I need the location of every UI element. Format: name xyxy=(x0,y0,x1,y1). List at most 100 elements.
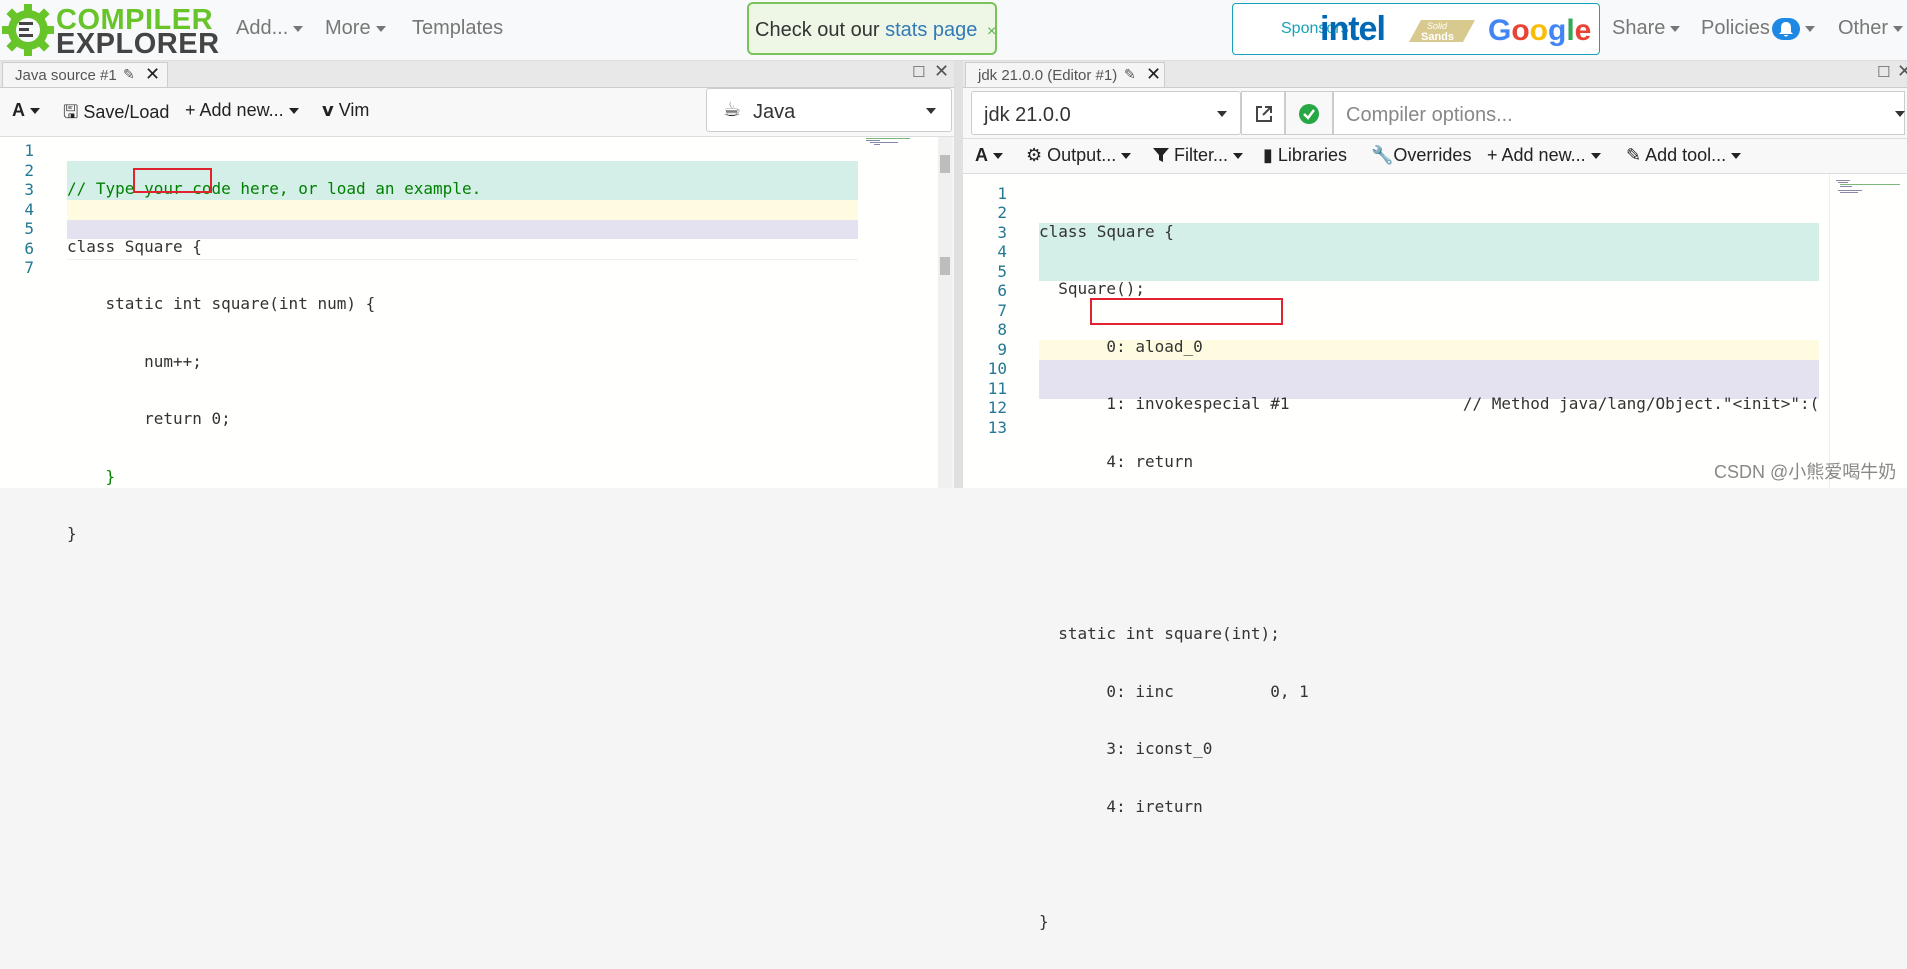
chevron-down-icon xyxy=(30,108,40,114)
asm-line: } xyxy=(1039,912,1819,932)
add-tool-button[interactable]: ✎ Add tool... xyxy=(1626,145,1741,166)
vim-toggle[interactable]: ⅴ Vim xyxy=(322,100,369,121)
font-size-button[interactable]: A xyxy=(12,100,40,121)
compiler-picker-bar: jdk 21.0.0 Compiler options... xyxy=(963,88,1907,139)
source-tab[interactable]: Java source #1 ✎ ✕ xyxy=(2,62,168,87)
add-new-label: Add new... xyxy=(200,100,284,120)
compiler-minimap[interactable] xyxy=(1829,174,1907,488)
libraries-button[interactable]: ▮ Libraries xyxy=(1263,145,1347,166)
line-number: 5 xyxy=(0,219,34,239)
external-link-icon xyxy=(1254,104,1274,124)
compiler-select[interactable]: jdk 21.0.0 xyxy=(971,91,1241,135)
filter-button[interactable]: Filter... xyxy=(1153,145,1243,166)
asm-line: 4: return xyxy=(1039,452,1819,472)
chevron-down-icon xyxy=(1217,111,1227,117)
line-number: 12 xyxy=(963,398,1007,418)
source-editor[interactable]: 1 2 3 4 5 6 7 // Type your code here, or… xyxy=(0,137,940,488)
filter-icon xyxy=(1153,147,1169,163)
scrollbar-thumb[interactable] xyxy=(940,155,950,173)
chevron-down-icon[interactable] xyxy=(1895,111,1905,117)
language-select[interactable]: ☕ Java xyxy=(706,88,952,132)
line-number: 8 xyxy=(963,320,1007,340)
line-number: 10 xyxy=(963,359,1007,379)
line-number: 6 xyxy=(963,281,1007,301)
more-menu[interactable]: More xyxy=(325,17,386,40)
solid-sands-logo: Solid Sands xyxy=(1405,14,1481,46)
stats-page-link[interactable]: stats page xyxy=(885,19,977,41)
save-load-button[interactable]: 🖫 Save/Load xyxy=(63,100,169,130)
compiler-options-input[interactable]: Compiler options... xyxy=(1333,91,1905,135)
asm-line xyxy=(1039,854,1819,874)
save-load-label: Save/Load xyxy=(83,102,169,122)
compiler-tab[interactable]: jdk 21.0.0 (Editor #1) ✎ ✕ xyxy=(965,62,1165,87)
tool-icon: ✎ xyxy=(1626,145,1641,165)
gear-icon: ⚙ xyxy=(1026,145,1042,165)
asm-line: 4: ireturn xyxy=(1039,797,1819,817)
source-tabstrip: Java source #1 ✎ ✕ ☐ ✕ xyxy=(0,61,954,88)
chevron-down-icon xyxy=(1893,26,1903,32)
source-minimap[interactable] xyxy=(866,137,916,147)
alert-close-button[interactable]: × xyxy=(987,23,996,40)
compiler-tabstrip: jdk 21.0.0 (Editor #1) ✎ ✕ ☐ ✕ xyxy=(963,61,1907,88)
compiler-line-numbers: 1 2 3 4 5 6 7 8 9 10 11 12 13 xyxy=(963,184,1007,438)
pane-splitter[interactable] xyxy=(954,61,963,488)
line-number: 4 xyxy=(963,242,1007,262)
maximize-icon[interactable]: ☐ xyxy=(912,63,925,81)
scrollbar-thumb[interactable] xyxy=(940,257,950,275)
chevron-down-icon xyxy=(1233,153,1243,159)
chevron-down-icon xyxy=(1670,26,1680,32)
font-size-button[interactable]: A xyxy=(975,145,1003,166)
line-number: 2 xyxy=(963,203,1007,223)
close-pane-icon[interactable]: ✕ xyxy=(934,61,949,82)
plus-icon: + xyxy=(1487,145,1498,165)
asm-line: 0: aload_0 xyxy=(1039,337,1819,357)
share-menu[interactable]: Share xyxy=(1612,17,1680,40)
asm-line: Square(); xyxy=(1039,279,1819,299)
check-circle-icon xyxy=(1299,104,1319,124)
floppy-icon: 🖫 xyxy=(63,102,78,122)
java-icon: ☕ xyxy=(723,97,741,122)
add-new-button[interactable]: + Add new... xyxy=(185,100,299,121)
close-tab-icon[interactable]: ✕ xyxy=(145,64,160,85)
alert-text: Check out our xyxy=(755,19,880,41)
output-button[interactable]: ⚙ Output... xyxy=(1026,145,1131,166)
pencil-icon[interactable]: ✎ xyxy=(123,66,135,83)
policies-menu[interactable]: Policies xyxy=(1701,17,1815,40)
other-menu[interactable]: Other xyxy=(1838,17,1903,40)
line-number: 2 xyxy=(0,161,34,181)
output-label: Output... xyxy=(1047,145,1116,165)
intel-logo: intel xyxy=(1320,10,1385,49)
sponsors-box[interactable]: Sponsors intel Solid Sands Google xyxy=(1232,3,1600,55)
compiler-explorer-logo[interactable]: COMPILER EXPLORER xyxy=(2,2,202,58)
source-line-numbers: 1 2 3 4 5 6 7 xyxy=(0,141,34,278)
chevron-down-icon xyxy=(1805,26,1815,32)
more-menu-label: More xyxy=(325,17,371,39)
close-pane-icon[interactable]: ✕ xyxy=(1897,61,1907,82)
close-tab-icon[interactable]: ✕ xyxy=(1146,64,1161,85)
chevron-down-icon xyxy=(1591,153,1601,159)
chevron-down-icon xyxy=(993,153,1003,159)
templates-link[interactable]: Templates xyxy=(412,17,503,40)
add-new-label: Add new... xyxy=(1502,145,1586,165)
overrides-button[interactable]: 🔧Overrides xyxy=(1371,145,1471,166)
chevron-down-icon xyxy=(376,26,386,32)
other-label: Other xyxy=(1838,17,1888,39)
maximize-icon[interactable]: ☐ xyxy=(1877,63,1890,81)
svg-text:Google: Google xyxy=(1488,14,1591,47)
overrides-label: Overrides xyxy=(1393,145,1471,165)
compiler-toolbar: A ⚙ Output... Filter... ▮ Libraries 🔧Ove… xyxy=(963,139,1907,174)
add-new-pane-button[interactable]: + Add new... xyxy=(1487,145,1601,166)
compiler-output-editor[interactable]: 1 2 3 4 5 6 7 8 9 10 11 12 13 class Squa… xyxy=(963,174,1907,488)
source-scrollbar[interactable] xyxy=(938,137,952,488)
highlight-box xyxy=(1090,298,1283,325)
pencil-icon[interactable]: ✎ xyxy=(1124,66,1136,83)
font-icon: A xyxy=(12,100,25,120)
compile-status[interactable] xyxy=(1285,91,1333,135)
line-number: 1 xyxy=(0,141,34,161)
popout-button[interactable] xyxy=(1241,91,1285,135)
add-menu[interactable]: Add... xyxy=(236,17,303,40)
chevron-down-icon xyxy=(289,108,299,114)
svg-text:Solid: Solid xyxy=(1427,21,1448,31)
line-number: 3 xyxy=(963,223,1007,243)
asm-line: 3: iconst_0 xyxy=(1039,739,1819,759)
